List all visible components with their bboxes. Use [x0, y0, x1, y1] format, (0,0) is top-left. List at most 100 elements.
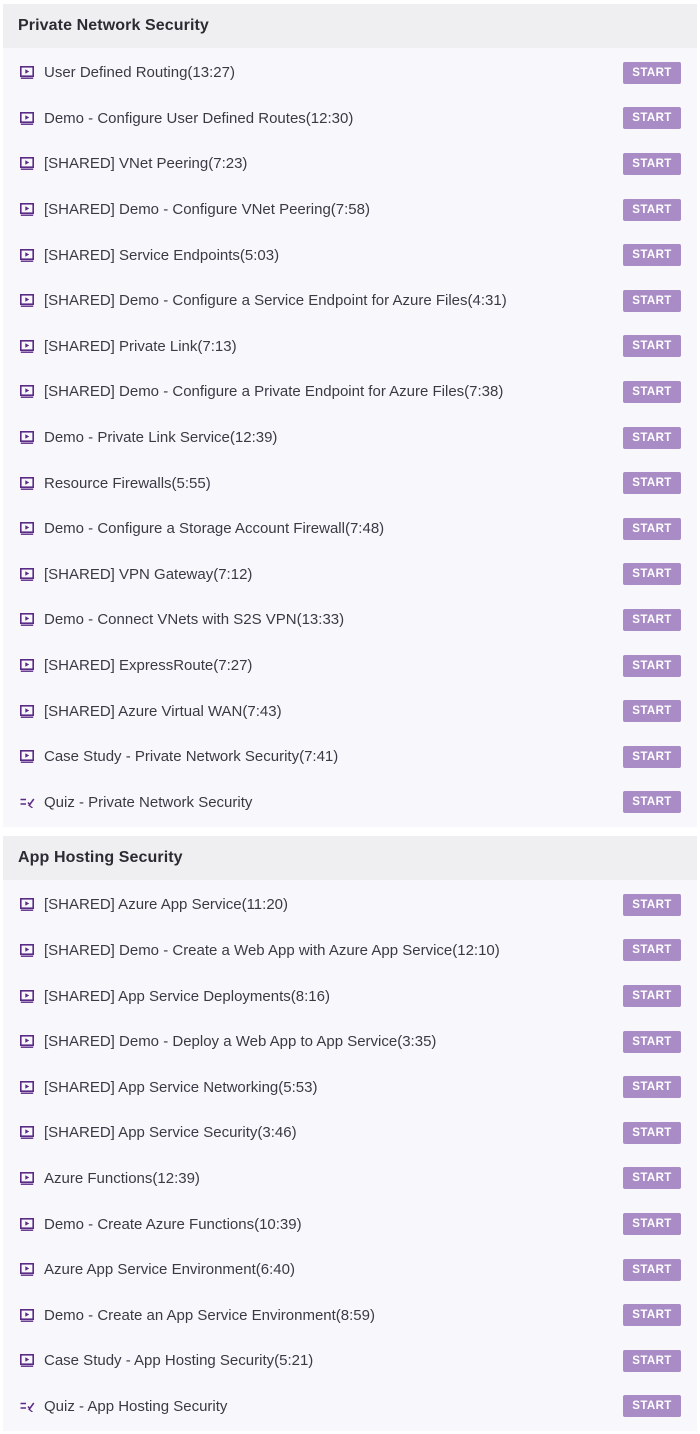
start-button[interactable]: START [623, 608, 681, 631]
lesson-row[interactable]: [SHARED] App Service Deployments(8:16) S… [3, 973, 697, 1019]
lesson-row[interactable]: [SHARED] VPN Gateway(7:12) START [3, 552, 697, 598]
lesson-row[interactable]: Quiz - App Hosting Security START [3, 1384, 697, 1430]
lesson-row[interactable]: [SHARED] Demo - Deploy a Web App to App … [3, 1019, 697, 1065]
lesson-title[interactable]: User Defined Routing(13:27) [44, 64, 623, 81]
section-title[interactable]: App Hosting Security [3, 836, 697, 881]
lesson-row[interactable]: Demo - Create Azure Functions(10:39) STA… [3, 1201, 697, 1247]
lesson-title[interactable]: [SHARED] Private Link(7:13) [44, 338, 623, 355]
play-video-icon [18, 1169, 36, 1187]
lesson-title[interactable]: [SHARED] Azure Virtual WAN(7:43) [44, 703, 623, 720]
lesson-row[interactable]: [SHARED] App Service Networking(5:53) ST… [3, 1064, 697, 1110]
start-button[interactable]: START [623, 107, 681, 130]
lesson-title[interactable]: Quiz - App Hosting Security [44, 1398, 623, 1415]
lesson-row[interactable]: Demo - Connect VNets with S2S VPN(13:33)… [3, 597, 697, 643]
lesson-title[interactable]: [SHARED] Demo - Configure VNet Peering(7… [44, 201, 623, 218]
lesson-title[interactable]: Demo - Create an App Service Environment… [44, 1307, 623, 1324]
lesson-row[interactable]: [SHARED] Demo - Configure VNet Peering(7… [3, 187, 697, 233]
start-button[interactable]: START [623, 517, 681, 540]
lesson-title[interactable]: Quiz - Private Network Security [44, 794, 623, 811]
play-video-icon [18, 987, 36, 1005]
lesson-row[interactable]: Azure App Service Environment(6:40) STAR… [3, 1247, 697, 1293]
lesson-title[interactable]: [SHARED] Service Endpoints(5:03) [44, 247, 623, 264]
start-button[interactable]: START [623, 1304, 681, 1327]
start-button[interactable]: START [623, 1030, 681, 1053]
lesson-title[interactable]: [SHARED] ExpressRoute(7:27) [44, 657, 623, 674]
start-button[interactable]: START [623, 939, 681, 962]
lesson-row[interactable]: Quiz - Private Network Security START [3, 780, 697, 826]
start-button[interactable]: START [623, 380, 681, 403]
section-title[interactable]: Private Network Security [3, 4, 697, 48]
start-button[interactable]: START [623, 700, 681, 723]
lesson-row[interactable]: [SHARED] VNet Peering(7:23) START [3, 141, 697, 187]
start-button[interactable]: START [623, 61, 681, 84]
lesson-row[interactable]: [SHARED] Service Endpoints(5:03) START [3, 232, 697, 278]
start-button[interactable]: START [623, 198, 681, 221]
lesson-row[interactable]: [SHARED] Private Link(7:13) START [3, 324, 697, 370]
play-video-icon [18, 702, 36, 720]
start-button[interactable]: START [623, 289, 681, 312]
lesson-row[interactable]: Demo - Configure User Defined Routes(12:… [3, 96, 697, 142]
play-video-icon [18, 337, 36, 355]
start-button[interactable]: START [623, 893, 681, 916]
start-button[interactable]: START [623, 1213, 681, 1236]
start-button[interactable]: START [623, 791, 681, 814]
start-button[interactable]: START [623, 1258, 681, 1281]
lesson-row[interactable]: User Defined Routing(13:27) START [3, 50, 697, 96]
start-button[interactable]: START [623, 472, 681, 495]
start-button[interactable]: START [623, 335, 681, 358]
lesson-row[interactable]: Resource Firewalls(5:55) START [3, 460, 697, 506]
lesson-title[interactable]: Demo - Configure a Storage Account Firew… [44, 520, 623, 537]
lesson-title[interactable]: Azure App Service Environment(6:40) [44, 1261, 623, 1278]
play-video-icon [18, 1033, 36, 1051]
start-button[interactable]: START [623, 152, 681, 175]
lesson-row[interactable]: [SHARED] Demo - Configure a Private Endp… [3, 369, 697, 415]
lesson-title[interactable]: [SHARED] Azure App Service(11:20) [44, 896, 623, 913]
lesson-row[interactable]: Case Study - Private Network Security(7:… [3, 734, 697, 780]
start-button[interactable]: START [623, 654, 681, 677]
lesson-title[interactable]: Demo - Connect VNets with S2S VPN(13:33) [44, 611, 623, 628]
start-button[interactable]: START [623, 1167, 681, 1190]
lesson-row[interactable]: Demo - Private Link Service(12:39) START [3, 415, 697, 461]
start-button[interactable]: START [623, 1395, 681, 1418]
start-button[interactable]: START [623, 985, 681, 1008]
lesson-row[interactable]: [SHARED] ExpressRoute(7:27) START [3, 643, 697, 689]
lesson-title[interactable]: [SHARED] App Service Deployments(8:16) [44, 988, 623, 1005]
lesson-title[interactable]: [SHARED] VNet Peering(7:23) [44, 155, 623, 172]
lesson-title[interactable]: [SHARED] VPN Gateway(7:12) [44, 566, 623, 583]
start-button[interactable]: START [623, 426, 681, 449]
lesson-title[interactable]: Demo - Configure User Defined Routes(12:… [44, 110, 623, 127]
lesson-title[interactable]: [SHARED] App Service Security(3:46) [44, 1124, 623, 1141]
lesson-title[interactable]: [SHARED] Demo - Deploy a Web App to App … [44, 1033, 623, 1050]
lesson-title[interactable]: [SHARED] Demo - Create a Web App with Az… [44, 942, 623, 959]
lesson-title[interactable]: [SHARED] Demo - Configure a Private Endp… [44, 383, 623, 400]
play-video-icon [18, 520, 36, 538]
lesson-row[interactable]: Case Study - App Hosting Security(5:21) … [3, 1338, 697, 1384]
quiz-icon [18, 1397, 36, 1415]
lesson-row[interactable]: [SHARED] Demo - Configure a Service Endp… [3, 278, 697, 324]
lesson-row[interactable]: Demo - Create an App Service Environment… [3, 1292, 697, 1338]
lesson-title[interactable]: Resource Firewalls(5:55) [44, 475, 623, 492]
start-button[interactable]: START [623, 1076, 681, 1099]
lesson-title[interactable]: Case Study - Private Network Security(7:… [44, 748, 623, 765]
start-button[interactable]: START [623, 1121, 681, 1144]
lesson-title[interactable]: [SHARED] Demo - Configure a Service Endp… [44, 292, 623, 309]
lesson-title[interactable]: Demo - Create Azure Functions(10:39) [44, 1216, 623, 1233]
lesson-title[interactable]: Azure Functions(12:39) [44, 1170, 623, 1187]
play-video-icon [18, 64, 36, 82]
lesson-row[interactable]: Azure Functions(12:39) START [3, 1156, 697, 1202]
play-video-icon [18, 1261, 36, 1279]
lesson-row[interactable]: [SHARED] App Service Security(3:46) STAR… [3, 1110, 697, 1156]
start-button[interactable]: START [623, 563, 681, 586]
lesson-row[interactable]: [SHARED] Azure App Service(11:20) START [3, 882, 697, 928]
lesson-title[interactable]: [SHARED] App Service Networking(5:53) [44, 1079, 623, 1096]
lesson-row[interactable]: Demo - Configure a Storage Account Firew… [3, 506, 697, 552]
start-button[interactable]: START [623, 745, 681, 768]
lesson-title[interactable]: Demo - Private Link Service(12:39) [44, 429, 623, 446]
lesson-title[interactable]: Case Study - App Hosting Security(5:21) [44, 1352, 623, 1369]
lesson-row[interactable]: [SHARED] Azure Virtual WAN(7:43) START [3, 688, 697, 734]
start-button[interactable]: START [623, 1349, 681, 1372]
start-button[interactable]: START [623, 244, 681, 267]
play-video-icon [18, 1352, 36, 1370]
play-video-icon [18, 896, 36, 914]
lesson-row[interactable]: [SHARED] Demo - Create a Web App with Az… [3, 928, 697, 974]
